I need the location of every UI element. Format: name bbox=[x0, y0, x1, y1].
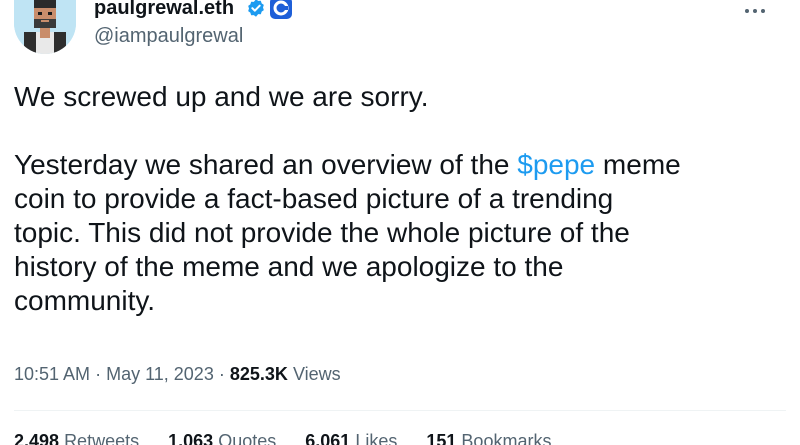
affiliate-badge-icon[interactable] bbox=[270, 0, 292, 19]
more-options-icon[interactable] bbox=[744, 8, 766, 14]
avatar[interactable] bbox=[14, 0, 76, 54]
likes-count: 6,061 bbox=[305, 431, 351, 445]
meta-separator: · bbox=[95, 364, 102, 384]
tweet-text: We screwed up and we are sorry. Yesterda… bbox=[14, 80, 784, 318]
tweet-time[interactable]: 10:51 AM bbox=[14, 364, 90, 384]
display-name[interactable]: paulgrewal.eth bbox=[94, 0, 234, 20]
verified-badge-icon[interactable] bbox=[246, 0, 266, 18]
coinbase-c-icon bbox=[273, 0, 289, 16]
retweets-stat[interactable]: 2,498 Retweets bbox=[14, 430, 139, 445]
bookmarks-stat[interactable]: 151 Bookmarks bbox=[426, 430, 551, 445]
likes-label: Likes bbox=[355, 431, 398, 445]
likes-stat[interactable]: 6,061 Likes bbox=[305, 430, 397, 445]
quotes-count: 1,063 bbox=[168, 431, 214, 445]
user-handle[interactable]: @iampaulgrewal bbox=[94, 24, 243, 48]
tweet-text-segment: meme bbox=[595, 149, 681, 180]
quotes-stat[interactable]: 1,063 Quotes bbox=[168, 430, 276, 445]
retweets-label: Retweets bbox=[64, 431, 140, 445]
tweet-meta: 10:51 AM · May 11, 2023 · 825.3K Views bbox=[14, 363, 341, 385]
engagement-stats: 2,498 Retweets 1,063 Quotes 6,061 Likes … bbox=[14, 430, 575, 445]
tweet-line: Yesterday we shared an overview of the $… bbox=[14, 148, 784, 182]
quotes-label: Quotes bbox=[218, 431, 277, 445]
tweet-line: coin to provide a fact-based picture of … bbox=[14, 183, 614, 214]
tweet-line: topic. This did not provide the whole pi… bbox=[14, 217, 630, 248]
tweet-line: We screwed up and we are sorry. bbox=[14, 81, 429, 112]
bookmarks-label: Bookmarks bbox=[461, 431, 552, 445]
bookmarks-count: 151 bbox=[426, 431, 457, 445]
tweet-line: history of the meme and we apologize to … bbox=[14, 251, 564, 282]
cashtag-link[interactable]: $pepe bbox=[517, 149, 595, 180]
tweet-text-segment: Yesterday we shared an overview of the bbox=[14, 149, 518, 180]
views-count: 825.3K bbox=[229, 364, 288, 384]
meta-separator: · bbox=[218, 364, 225, 384]
tweet-line: community. bbox=[14, 285, 156, 316]
tweet-date[interactable]: May 11, 2023 bbox=[106, 364, 214, 384]
divider bbox=[14, 410, 786, 411]
retweets-count: 2,498 bbox=[14, 431, 60, 445]
views-label: Views bbox=[292, 364, 341, 384]
pixel-art-avatar-icon bbox=[14, 0, 76, 54]
